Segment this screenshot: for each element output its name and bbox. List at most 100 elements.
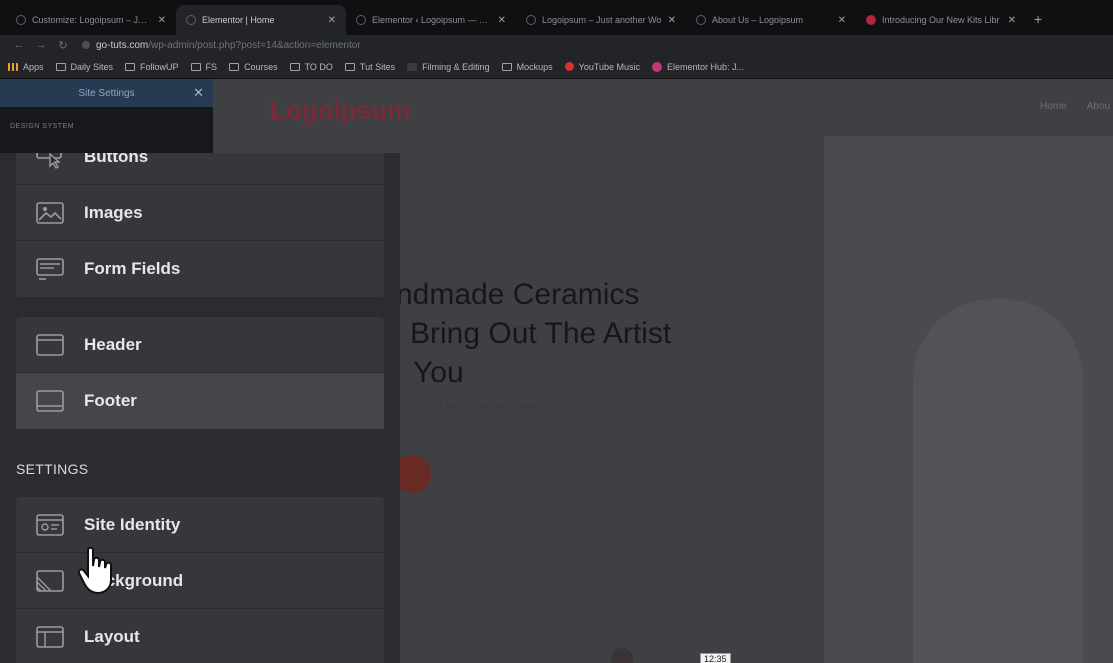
theme-style-card: Buttons Images Form Fields bbox=[16, 153, 384, 297]
browser-tab[interactable]: Elementor ‹ Logoipsum — Wo ✕ bbox=[346, 5, 516, 35]
url-domain: go-tuts.com bbox=[96, 39, 149, 51]
bookmark-label: YouTube Music bbox=[578, 61, 641, 72]
site-nav: Home Abou bbox=[1040, 101, 1110, 112]
browser-tab[interactable]: Customize: Logoipsum – Just a ✕ bbox=[6, 5, 176, 35]
close-tab-icon[interactable]: ✕ bbox=[158, 15, 166, 26]
folder-icon bbox=[55, 62, 66, 71]
close-tab-icon[interactable]: ✕ bbox=[838, 15, 846, 26]
close-tab-icon[interactable]: ✕ bbox=[668, 15, 676, 26]
headline-line: You bbox=[413, 356, 464, 389]
form-fields-icon bbox=[36, 257, 64, 281]
bookmark-link[interactable]: YouTube Music bbox=[564, 61, 641, 72]
bookmark-label: Filming & Editing bbox=[422, 61, 490, 72]
wordpress-favicon-icon bbox=[526, 15, 536, 25]
bookmark-folder[interactable]: Daily Sites bbox=[55, 61, 114, 72]
browser-tab[interactable]: Logoipsum – Just another Wo ✕ bbox=[516, 5, 686, 35]
bookmarks-bar: Apps Daily Sites FollowUP FS Courses TO … bbox=[0, 55, 1113, 79]
tab-title: Logoipsum – Just another Wo bbox=[542, 15, 662, 25]
tab-title: Customize: Logoipsum – Just a bbox=[32, 15, 152, 25]
site-settings-header: Site Settings ✕ DESIGN SYSTEM bbox=[0, 79, 213, 153]
bookmark-label: Elementor Hub: J... bbox=[667, 61, 745, 72]
close-tab-icon[interactable]: ✕ bbox=[498, 15, 506, 26]
layout-parts-card: Header Footer bbox=[16, 317, 384, 429]
bookmark-label: TO DO bbox=[304, 61, 333, 72]
tab-title: About Us – Logoipsum bbox=[712, 15, 804, 25]
k-icon bbox=[407, 62, 418, 71]
menu-item-label: Images bbox=[84, 202, 143, 222]
folder-icon bbox=[289, 62, 300, 71]
close-icon[interactable]: ✕ bbox=[193, 85, 204, 101]
wordpress-favicon-icon bbox=[356, 15, 366, 25]
hero-subtext: that will teach you the basics of bbox=[405, 401, 558, 413]
background-icon bbox=[36, 569, 64, 593]
nav-item-home[interactable]: Home bbox=[1040, 101, 1067, 112]
tab-title: Elementor | Home bbox=[202, 15, 275, 25]
close-tab-icon[interactable]: ✕ bbox=[328, 15, 336, 26]
bookmark-folder[interactable]: Mockups bbox=[501, 61, 553, 72]
reload-icon[interactable]: ↻ bbox=[52, 39, 74, 52]
bookmark-link[interactable]: Filming & Editing bbox=[407, 62, 490, 72]
elementor-icon bbox=[652, 61, 663, 72]
url-path: /wp-admin/post.php?post=14&action=elemen… bbox=[148, 39, 361, 51]
layout-icon bbox=[36, 625, 64, 649]
tab-title: Elementor ‹ Logoipsum — Wo bbox=[372, 15, 492, 25]
panel-title: Site Settings bbox=[78, 87, 135, 99]
menu-item-site-identity[interactable]: Site Identity bbox=[16, 497, 384, 553]
menu-item-label: Buttons bbox=[84, 153, 149, 166]
browser-tab[interactable]: Introducing Our New Kits Libr ✕ bbox=[856, 5, 1026, 35]
menu-item-label: Footer bbox=[84, 391, 137, 410]
bookmark-folder[interactable]: Tut Sites bbox=[344, 61, 396, 72]
bookmark-folder[interactable]: FollowUP bbox=[125, 62, 179, 72]
close-tab-icon[interactable]: ✕ bbox=[1008, 15, 1016, 26]
hero-headline: ndmade Ceramics Bring Out The Artist You bbox=[393, 275, 671, 392]
menu-item-background[interactable]: Background bbox=[16, 553, 384, 609]
back-arrow-icon[interactable]: ← bbox=[8, 39, 30, 51]
bookmark-folder[interactable]: FS bbox=[190, 62, 217, 72]
vase-image bbox=[913, 299, 1083, 663]
folder-icon bbox=[229, 62, 240, 71]
headline-line: ndmade Ceramics bbox=[396, 278, 640, 311]
bookmark-apps[interactable]: Apps bbox=[8, 62, 44, 72]
wordpress-favicon-icon bbox=[16, 15, 26, 25]
apps-grid-icon bbox=[8, 62, 18, 71]
bookmark-label: Courses bbox=[244, 61, 278, 72]
settings-card: Site Identity Background Layout bbox=[16, 497, 384, 663]
bookmark-label: Tut Sites bbox=[359, 61, 396, 72]
headline-line: Bring Out The Artist bbox=[410, 317, 672, 350]
decorative-dot bbox=[611, 648, 633, 663]
folder-icon bbox=[344, 62, 355, 71]
site-logo[interactable]: Logoipsum bbox=[270, 95, 410, 126]
menu-item-footer[interactable]: Footer bbox=[16, 373, 384, 429]
bookmark-label: Mockups bbox=[516, 61, 553, 72]
browser-tab-active[interactable]: Elementor | Home ✕ bbox=[176, 5, 346, 35]
nav-item-about[interactable]: Abou bbox=[1087, 101, 1110, 112]
bookmark-folder[interactable]: Courses bbox=[229, 62, 278, 72]
youtube-music-icon bbox=[564, 62, 574, 71]
button-cursor-icon bbox=[36, 153, 64, 169]
url-field[interactable]: go-tuts.com /wp-admin/post.php?post=14&a… bbox=[82, 40, 361, 51]
menu-item-header[interactable]: Header bbox=[16, 317, 384, 373]
tab-title: Introducing Our New Kits Libr bbox=[882, 15, 1000, 25]
bookmark-link[interactable]: Elementor Hub: J... bbox=[652, 61, 745, 72]
folder-icon bbox=[125, 62, 136, 71]
menu-item-label: Form Fields bbox=[84, 259, 181, 278]
menu-item-label: Site Identity bbox=[84, 514, 181, 534]
forward-arrow-icon[interactable]: → bbox=[30, 39, 52, 51]
bookmark-label: FollowUP bbox=[140, 61, 179, 72]
menu-item-label: Header bbox=[84, 334, 142, 354]
header-icon bbox=[36, 333, 64, 357]
menu-item-layout[interactable]: Layout bbox=[16, 609, 384, 663]
hand-pointer-cursor-icon bbox=[77, 546, 112, 595]
bookmark-label: Daily Sites bbox=[70, 61, 114, 72]
video-timestamp: 12:35 bbox=[700, 653, 731, 663]
menu-item-buttons[interactable]: Buttons bbox=[16, 153, 384, 185]
menu-item-form-fields[interactable]: Form Fields bbox=[16, 241, 384, 297]
footer-icon bbox=[36, 389, 64, 413]
folder-icon bbox=[501, 62, 512, 71]
new-tab-icon[interactable]: + bbox=[1034, 11, 1042, 27]
menu-item-images[interactable]: Images bbox=[16, 185, 384, 241]
elementor-favicon-icon bbox=[186, 15, 196, 25]
bookmark-folder[interactable]: TO DO bbox=[289, 61, 333, 72]
browser-tab[interactable]: About Us – Logoipsum ✕ bbox=[686, 5, 856, 35]
lock-icon bbox=[82, 41, 90, 49]
